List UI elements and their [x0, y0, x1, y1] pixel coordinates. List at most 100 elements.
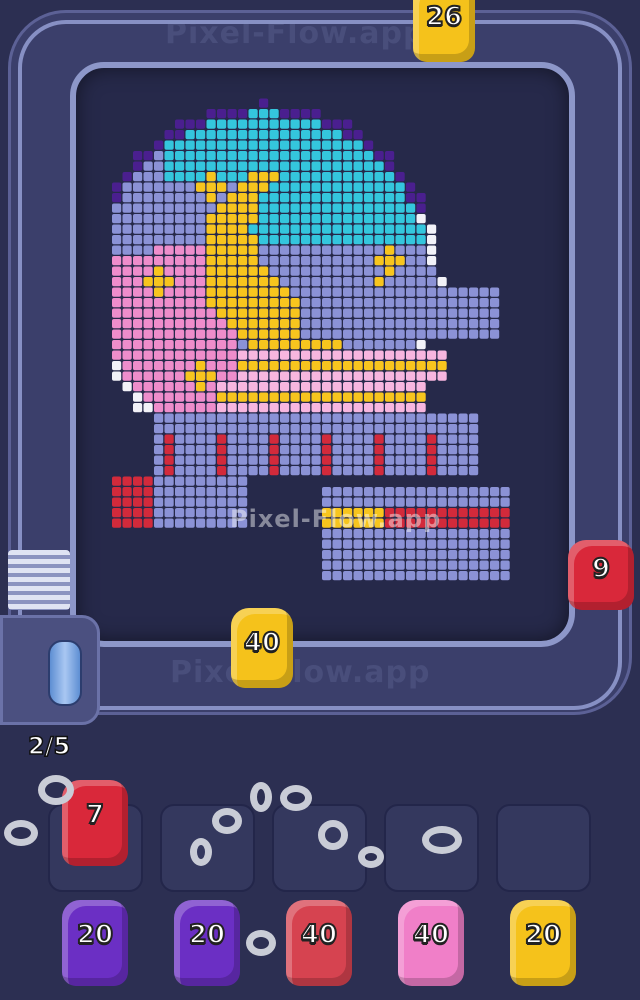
art-pixel	[217, 235, 227, 245]
art-pixel	[385, 277, 395, 287]
art-pixel	[364, 466, 374, 476]
holding-slot[interactable]	[272, 804, 367, 892]
art-pixel	[227, 319, 237, 329]
art-pixel	[469, 487, 479, 497]
art-pixel	[143, 518, 153, 528]
art-pixel	[143, 361, 153, 371]
art-pixel	[259, 298, 269, 308]
art-pixel	[416, 424, 426, 434]
art-pixel	[364, 445, 374, 455]
art-pixel	[269, 382, 279, 392]
art-pixel	[164, 256, 174, 266]
art-pixel	[217, 466, 227, 476]
holding-slot[interactable]	[496, 804, 591, 892]
art-pixel	[227, 140, 237, 150]
art-pixel	[385, 361, 395, 371]
ring-icon	[280, 785, 312, 811]
art-pixel	[196, 161, 206, 171]
art-pixel	[259, 413, 269, 423]
queue-unit[interactable]: 40	[398, 900, 464, 986]
art-pixel	[427, 298, 437, 308]
art-pixel	[248, 245, 258, 255]
art-pixel	[206, 130, 216, 140]
art-pixel	[217, 403, 227, 413]
art-pixel	[206, 245, 216, 255]
art-pixel	[259, 392, 269, 402]
art-pixel	[343, 277, 353, 287]
art-pixel	[164, 172, 174, 182]
art-pixel	[458, 497, 468, 507]
art-pixel	[353, 434, 363, 444]
art-pixel	[479, 487, 489, 497]
art-pixel	[448, 434, 458, 444]
conveyor-unit[interactable]: 40	[231, 608, 293, 688]
art-pixel	[122, 371, 132, 381]
art-pixel	[479, 308, 489, 318]
conveyor-unit[interactable]: 9	[568, 540, 634, 610]
art-pixel	[122, 214, 132, 224]
art-pixel	[332, 298, 342, 308]
art-pixel	[122, 340, 132, 350]
art-pixel	[227, 256, 237, 266]
art-pixel	[448, 413, 458, 423]
art-pixel	[374, 235, 384, 245]
ring-icon	[422, 826, 462, 854]
art-pixel	[353, 193, 363, 203]
art-pixel	[269, 193, 279, 203]
queue-unit[interactable]: 20	[62, 900, 128, 986]
ring-icon	[38, 775, 74, 805]
art-pixel	[238, 319, 248, 329]
art-pixel	[206, 266, 216, 276]
art-pixel	[469, 319, 479, 329]
art-pixel	[196, 445, 206, 455]
art-pixel	[364, 287, 374, 297]
art-pixel	[154, 266, 164, 276]
art-pixel	[259, 235, 269, 245]
queue-unit[interactable]: 20	[510, 900, 576, 986]
art-pixel	[374, 203, 384, 213]
art-pixel	[175, 487, 185, 497]
art-pixel	[206, 161, 216, 171]
queue-unit[interactable]: 40	[286, 900, 352, 986]
art-pixel	[238, 193, 248, 203]
art-pixel	[196, 266, 206, 276]
art-pixel	[143, 266, 153, 276]
art-pixel	[395, 487, 405, 497]
art-pixel	[122, 487, 132, 497]
art-pixel	[385, 487, 395, 497]
art-pixel	[385, 560, 395, 570]
art-pixel	[175, 508, 185, 518]
art-pixel	[154, 287, 164, 297]
art-pixel	[280, 434, 290, 444]
art-pixel	[259, 308, 269, 318]
art-pixel	[406, 329, 416, 339]
queue-unit-count: 20	[188, 919, 226, 951]
art-pixel	[248, 455, 258, 465]
art-pixel	[248, 350, 258, 360]
art-pixel	[437, 539, 447, 549]
art-pixel	[196, 298, 206, 308]
art-pixel	[290, 298, 300, 308]
art-pixel	[364, 224, 374, 234]
art-pixel	[196, 518, 206, 528]
art-pixel	[416, 550, 426, 560]
queue-unit[interactable]: 20	[174, 900, 240, 986]
art-pixel	[364, 214, 374, 224]
art-pixel	[290, 382, 300, 392]
conveyor-unit[interactable]: 26	[413, 0, 475, 62]
art-pixel	[206, 476, 216, 486]
art-pixel	[248, 319, 258, 329]
art-pixel	[406, 487, 416, 497]
art-pixel	[311, 151, 321, 161]
art-pixel	[448, 445, 458, 455]
art-pixel	[353, 277, 363, 287]
art-pixel	[437, 560, 447, 570]
art-pixel	[416, 298, 426, 308]
art-pixel	[364, 172, 374, 182]
art-pixel	[154, 361, 164, 371]
art-pixel	[280, 424, 290, 434]
art-pixel	[175, 182, 185, 192]
art-pixel	[154, 161, 164, 171]
art-pixel	[343, 361, 353, 371]
art-pixel	[154, 392, 164, 402]
